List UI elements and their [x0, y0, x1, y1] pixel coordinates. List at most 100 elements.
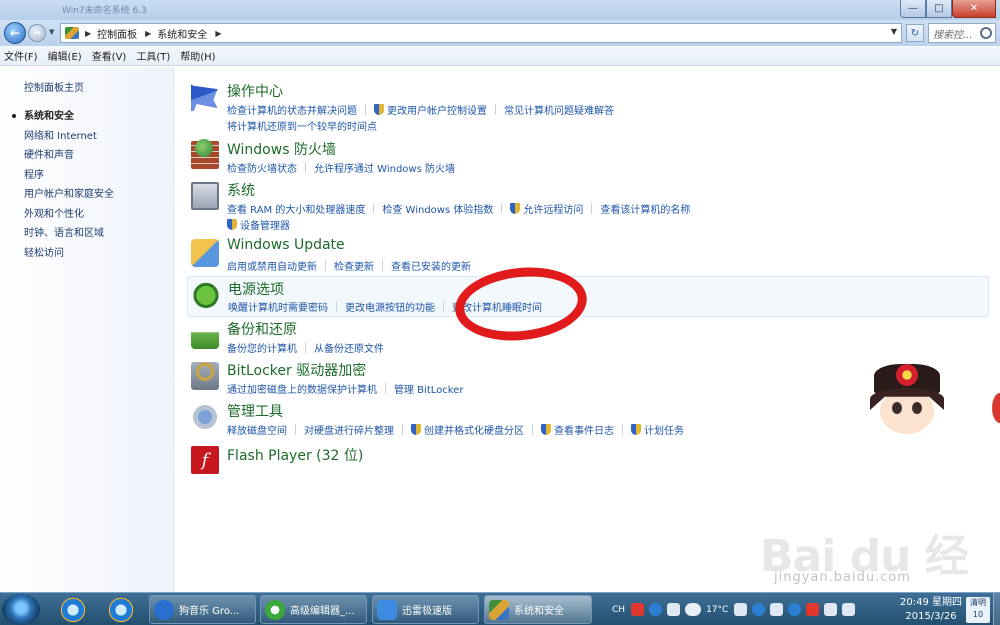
system-computer-icon[interactable] [191, 182, 219, 210]
control-panel-home-link[interactable]: 控制面板主页 [24, 79, 84, 94]
show-desktop-button[interactable] [993, 593, 1000, 625]
task-kugou-music[interactable]: 狗音乐 Gro... [149, 595, 256, 624]
power-battery-icon[interactable] [192, 280, 220, 308]
link-change-uac[interactable]: 更改用户帐户控制设置 [387, 102, 487, 117]
link-device-manager[interactable]: 设备管理器 [240, 217, 290, 232]
section-title[interactable]: 系统 [227, 180, 255, 200]
category-ease-of-access[interactable]: 轻松访问 [24, 244, 114, 264]
section-title[interactable]: Flash Player (32 位) [227, 445, 363, 465]
ie-icon[interactable] [108, 597, 134, 623]
link-separator [532, 424, 533, 435]
section-title[interactable]: Windows 防火墙 [227, 139, 336, 159]
flash-player-icon[interactable]: f [191, 446, 219, 474]
link-check-status[interactable]: 检查计算机的状态并解决问题 [227, 102, 357, 117]
mascot-sticker [866, 360, 948, 442]
menu-help[interactable]: 帮助(H) [180, 48, 215, 63]
link-free-disk-space[interactable]: 释放磁盘空间 [227, 422, 287, 437]
link-installed-updates[interactable]: 查看已安装的更新 [391, 258, 471, 273]
section-title[interactable]: Windows Update [227, 237, 345, 253]
tray-app-icon[interactable] [770, 603, 784, 616]
category-hardware-sound[interactable]: 硬件和声音 [24, 146, 114, 166]
help-icon[interactable] [649, 603, 663, 616]
chevron-right-icon[interactable]: ▶ [215, 29, 221, 38]
link-power-button[interactable]: 更改电源按钮的功能 [345, 299, 435, 314]
task-system-security[interactable]: 系统和安全 [484, 595, 592, 624]
section-title[interactable]: 操作中心 [227, 81, 283, 101]
link-scheduled-tasks[interactable]: 计划任务 [644, 422, 684, 437]
link-auto-update[interactable]: 启用或禁用自动更新 [227, 258, 317, 273]
ie-icon[interactable] [60, 597, 86, 623]
tray-app-icon[interactable] [667, 603, 681, 616]
start-button[interactable] [2, 594, 40, 625]
category-network-internet[interactable]: 网络和 Internet [24, 127, 114, 147]
admin-tools-gear-icon[interactable] [191, 403, 219, 431]
recent-pages-dropdown[interactable]: ▼ [49, 28, 54, 36]
close-button[interactable]: ✕ [952, 0, 996, 18]
search-input[interactable]: 搜索控... [928, 23, 996, 43]
link-allow-program[interactable]: 允许程序通过 Windows 防火墙 [314, 160, 455, 175]
section-title[interactable]: BitLocker 驱动器加密 [227, 360, 366, 380]
breadcrumb-control-panel[interactable]: 控制面板 [97, 26, 137, 41]
link-remote-access[interactable]: 允许远程访问 [523, 201, 583, 216]
category-programs[interactable]: 程序 [24, 166, 114, 186]
link-computer-name[interactable]: 查看该计算机的名称 [600, 201, 690, 216]
section-title[interactable]: 管理工具 [227, 401, 283, 421]
bitlocker-lock-icon[interactable] [191, 362, 219, 390]
task-advanced-editor[interactable]: 高级编辑器_... [260, 595, 367, 624]
section-firewall: Windows 防火墙 检查防火墙状态 允许程序通过 Windows 防火墙 [187, 139, 989, 175]
refresh-button[interactable]: ↻ [906, 24, 924, 42]
maximize-button[interactable]: □ [926, 0, 952, 18]
menu-view[interactable]: 查看(V) [92, 48, 127, 63]
link-restore-files[interactable]: 从备份还原文件 [314, 340, 384, 355]
chevron-right-icon[interactable]: ▶ [145, 29, 151, 38]
input-language[interactable]: CH [612, 605, 625, 615]
clock[interactable]: 20:49 星期四 2015/3/26 [897, 596, 965, 624]
link-troubleshoot[interactable]: 常见计算机问题疑难解答 [504, 102, 614, 117]
section-title[interactable]: 电源选项 [228, 279, 284, 299]
menu-tools[interactable]: 工具(T) [136, 48, 170, 63]
chevron-right-icon[interactable]: ▶ [85, 29, 91, 38]
link-manage-bitlocker[interactable]: 管理 BitLocker [394, 381, 463, 396]
category-user-accounts[interactable]: 用户帐户和家庭安全 [24, 185, 114, 205]
link-backup-computer[interactable]: 备份您的计算机 [227, 340, 297, 355]
tray-app-icon[interactable] [788, 603, 802, 616]
link-wake-password[interactable]: 唤醒计算机时需要密码 [228, 299, 328, 314]
minimize-button[interactable]: — [900, 0, 926, 18]
back-button[interactable]: ← [4, 22, 26, 44]
address-dropdown[interactable]: ▼ [891, 27, 897, 36]
weather-cloud-icon[interactable] [685, 603, 702, 616]
menu-file[interactable]: 文件(F) [4, 48, 38, 63]
backup-restore-icon[interactable] [191, 332, 219, 349]
windows-update-icon[interactable] [191, 239, 219, 267]
link-defragment[interactable]: 对硬盘进行碎片整理 [304, 422, 394, 437]
tray-app-icon[interactable] [752, 603, 766, 616]
network-icon[interactable] [824, 603, 838, 616]
action-center-flag-icon[interactable] [806, 603, 820, 616]
category-clock-language[interactable]: 时钟、语言和区域 [24, 224, 114, 244]
weather-calendar-widget[interactable]: 清明 10 [966, 597, 990, 623]
category-appearance[interactable]: 外观和个性化 [24, 205, 114, 225]
link-experience-index[interactable]: 检查 Windows 体验指数 [382, 201, 493, 216]
firewall-brick-icon[interactable] [191, 139, 219, 169]
breadcrumb-system-security[interactable]: 系统和安全 [157, 26, 207, 41]
action-center-flag-icon[interactable] [191, 84, 218, 111]
forward-button[interactable]: → [28, 24, 46, 42]
tray-app-icon[interactable] [734, 603, 748, 616]
link-partition[interactable]: 创建并格式化硬盘分区 [424, 422, 524, 437]
sogou-input-icon[interactable] [631, 603, 645, 616]
link-encrypt-disk[interactable]: 通过加密磁盘上的数据保护计算机 [227, 381, 377, 396]
menu-edit[interactable]: 编辑(E) [48, 48, 82, 63]
section-title[interactable]: 备份和还原 [227, 319, 297, 339]
category-system-security[interactable]: 系统和安全 [24, 107, 114, 127]
search-icon[interactable] [980, 27, 992, 39]
task-thunder[interactable]: 迅雷极速版 [372, 595, 479, 624]
volume-icon[interactable] [842, 603, 856, 616]
section-links: 查看 RAM 的大小和处理器速度 检查 Windows 体验指数 允许远程访问 … [227, 201, 690, 216]
link-check-updates[interactable]: 检查更新 [334, 258, 374, 273]
link-firewall-status[interactable]: 检查防火墙状态 [227, 160, 297, 175]
link-restore-point[interactable]: 将计算机还原到一个较早的时间点 [227, 118, 377, 133]
address-bar[interactable]: ▶ 控制面板 ▶ 系统和安全 ▶ ▼ [60, 23, 902, 43]
link-event-log[interactable]: 查看事件日志 [554, 422, 614, 437]
section-links: 检查计算机的状态并解决问题 更改用户帐户控制设置 常见计算机问题疑难解答 [227, 102, 614, 117]
link-view-ram[interactable]: 查看 RAM 的大小和处理器速度 [227, 201, 365, 216]
